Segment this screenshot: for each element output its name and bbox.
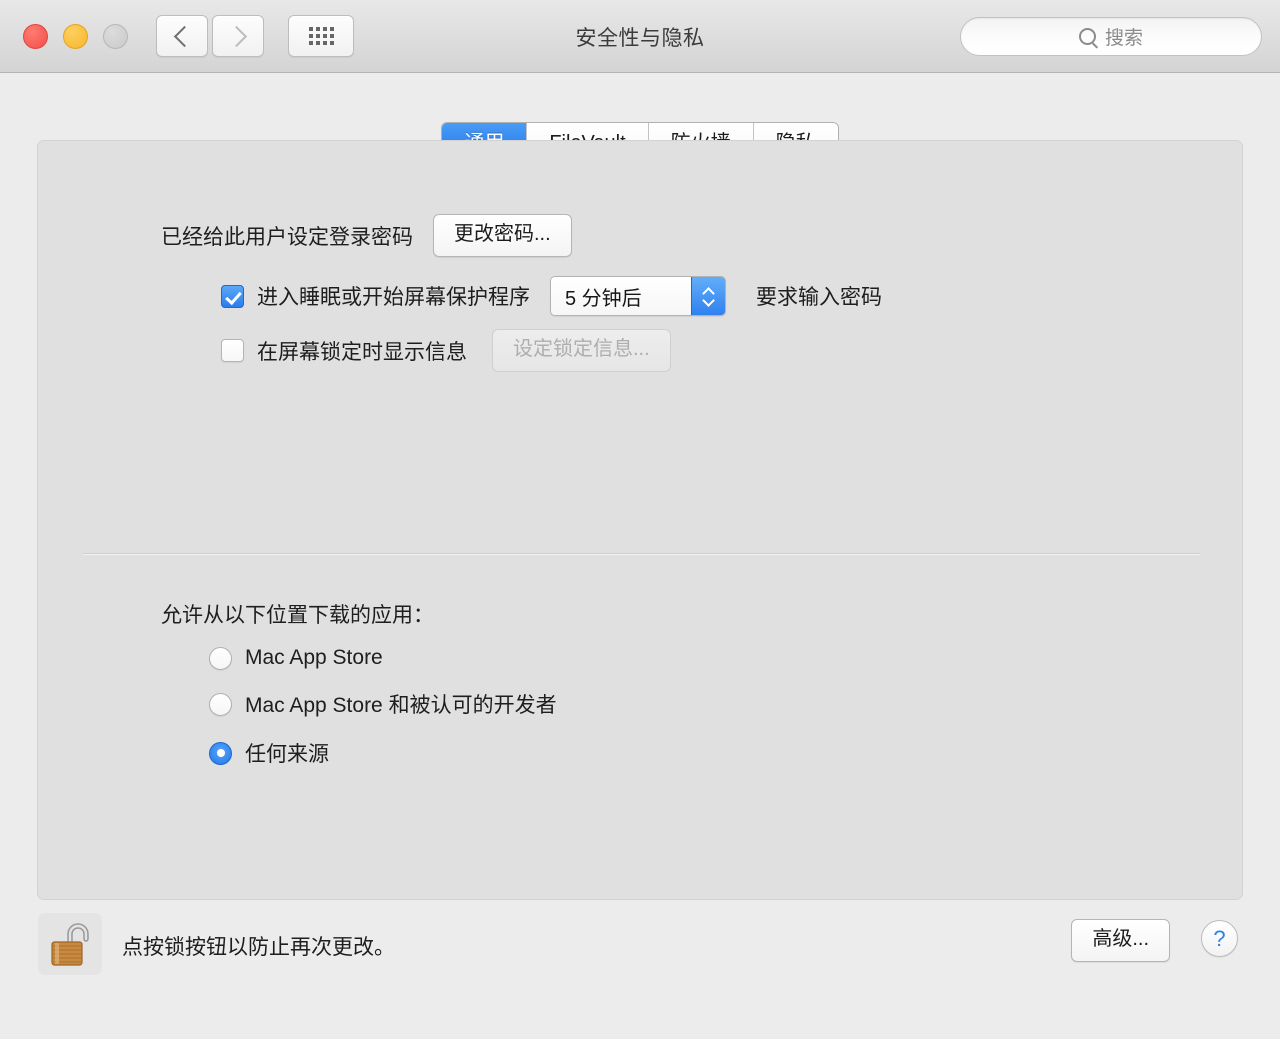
general-pane: 已经给此用户设定登录密码 更改密码... 进入睡眠或开始屏幕保护程序 5 分钟后… [37, 140, 1243, 900]
radio-option-mac-app-store[interactable]: Mac App Store [209, 646, 557, 670]
stepper-arrows[interactable] [691, 277, 725, 315]
help-button[interactable]: ? [1201, 920, 1238, 957]
radio-indicator[interactable] [209, 646, 232, 670]
security-privacy-window: 安全性与隐私 搜索 通用 FileVault 防火墙 隐私 已经给此用户设定登录… [0, 0, 1280, 1039]
require-password-row: 进入睡眠或开始屏幕保护程序 5 分钟后 要求输入密码 [221, 276, 882, 316]
change-password-button[interactable]: 更改密码... [433, 214, 572, 257]
show-all-button[interactable] [288, 15, 354, 57]
lock-note-label: 点按锁按钮以防止再次更改。 [122, 936, 395, 959]
password-status-row: 已经给此用户设定登录密码 更改密码... [161, 214, 572, 257]
radio-indicator[interactable] [209, 741, 232, 765]
minimize-button[interactable] [63, 23, 88, 49]
close-button[interactable] [23, 23, 48, 49]
lock-message-label: 在屏幕锁定时显示信息 [257, 340, 467, 364]
unlocked-padlock-icon [51, 923, 89, 966]
content-area: 通用 FileVault 防火墙 隐私 已经给此用户设定登录密码 更改密码...… [0, 73, 1280, 1039]
require-password-checkbox[interactable] [221, 284, 244, 308]
advanced-button[interactable]: 高级... [1071, 919, 1170, 962]
radio-label: 任何来源 [245, 743, 329, 766]
require-password-delay-stepper[interactable]: 5 分钟后 [550, 276, 726, 316]
radio-option-anywhere[interactable]: 任何来源 [209, 738, 557, 768]
search-input[interactable]: 搜索 [960, 17, 1262, 56]
delay-value: 5 分钟后 [551, 277, 691, 315]
window-titlebar: 安全性与隐私 搜索 [0, 0, 1280, 73]
zoom-button [103, 23, 128, 49]
lock-message-row: 在屏幕锁定时显示信息 设定锁定信息... [221, 329, 671, 372]
radio-option-mac-app-store-and-identified-developers[interactable]: Mac App Store 和被认可的开发者 [209, 689, 557, 719]
password-status-label: 已经给此用户设定登录密码 [161, 225, 413, 249]
forward-button [212, 15, 264, 57]
search-placeholder: 搜索 [1104, 28, 1143, 49]
section-divider [83, 553, 1200, 555]
set-lock-message-button: 设定锁定信息... [492, 329, 671, 372]
lock-button[interactable] [38, 913, 102, 975]
traffic-lights [23, 23, 128, 49]
download-sources-radio-group: Mac App Store Mac App Store 和被认可的开发者 任何来… [209, 646, 557, 787]
grid-icon [308, 27, 334, 45]
chevron-down-icon[interactable] [703, 298, 714, 304]
lock-message-checkbox[interactable] [221, 339, 244, 362]
search-icon [1078, 28, 1096, 45]
radio-indicator[interactable] [209, 692, 232, 716]
radio-label: Mac App Store 和被认可的开发者 [245, 694, 557, 717]
chevron-right-icon [225, 25, 247, 47]
chevron-left-icon [173, 25, 195, 47]
downloads-title: 允许从以下位置下载的应用： [161, 604, 434, 627]
toolbar-navigation [156, 15, 354, 57]
back-button[interactable] [156, 15, 208, 57]
window-footer: 点按锁按钮以防止再次更改。 高级... ? [0, 907, 1280, 1039]
require-password-trailing-label: 要求输入密码 [756, 286, 882, 309]
radio-label: Mac App Store [245, 646, 383, 669]
require-password-label: 进入睡眠或开始屏幕保护程序 [257, 286, 530, 309]
